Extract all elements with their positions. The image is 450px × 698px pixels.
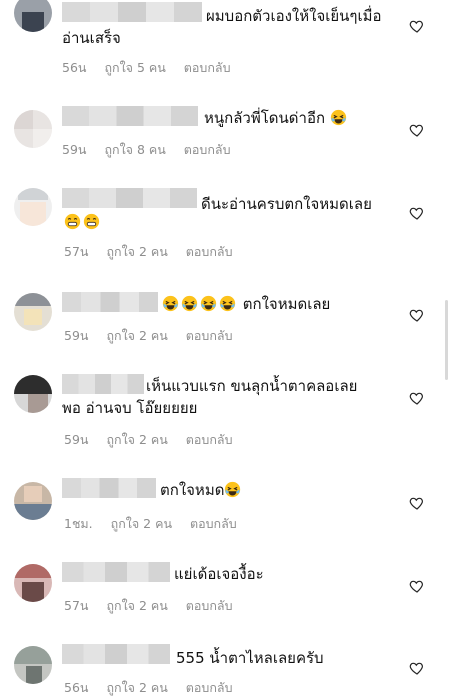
comment-meta: 59น ถูกใจ 2 คน ตอบกลับ	[64, 326, 247, 346]
avatar[interactable]	[14, 110, 52, 148]
reply-button[interactable]: ตอบกลับ	[184, 60, 231, 75]
comment-time: 1ชม.	[64, 516, 93, 531]
comment-time: 57น	[64, 244, 89, 259]
username-blurred[interactable]	[62, 188, 197, 208]
likes-count[interactable]: ถูกใจ 2 คน	[106, 328, 167, 343]
grinning-emoji-icon	[64, 213, 81, 230]
avatar[interactable]	[14, 293, 52, 331]
heart-outline-icon[interactable]	[409, 18, 425, 34]
likes-count[interactable]: ถูกใจ 2 คน	[106, 432, 167, 447]
avatar[interactable]	[14, 564, 52, 602]
username-blurred[interactable]	[62, 562, 170, 582]
reply-button[interactable]: ตอบกลับ	[190, 516, 237, 531]
avatar[interactable]	[14, 0, 52, 32]
heart-outline-icon[interactable]	[409, 122, 425, 138]
heart-outline-icon[interactable]	[409, 495, 425, 511]
comment-time: 59น	[64, 328, 89, 343]
avatar[interactable]	[14, 188, 52, 226]
username-blurred[interactable]	[62, 292, 158, 312]
comment-meta: 56น ถูกใจ 5 คน ตอบกลับ	[62, 58, 245, 78]
avatar[interactable]	[14, 646, 52, 684]
comment-emoji-line	[64, 212, 102, 233]
heart-outline-icon[interactable]	[409, 578, 425, 594]
likes-count[interactable]: ถูกใจ 2 คน	[106, 598, 167, 613]
grinning-emoji-icon	[83, 213, 100, 230]
laughing-emoji-icon	[330, 109, 346, 126]
comment-meta: 57น ถูกใจ 2 คน ตอบกลับ	[64, 596, 247, 616]
comment-meta: 1ชม. ถูกใจ 2 คน ตอบกลับ	[64, 514, 251, 534]
comment-text: ตกใจหมด	[160, 480, 243, 501]
comment-time: 56น	[62, 60, 87, 75]
laughing-emoji-icon	[181, 295, 198, 312]
comment-time: 59น	[62, 142, 87, 157]
heart-outline-icon[interactable]	[409, 205, 425, 221]
username-blurred[interactable]	[62, 106, 198, 126]
comment-time: 57น	[64, 598, 89, 613]
comment-time: 56น	[64, 680, 89, 695]
laughing-emoji-icon	[200, 295, 217, 312]
likes-count[interactable]: ถูกใจ 2 คน	[106, 680, 167, 695]
reply-button[interactable]: ตอบกลับ	[184, 142, 231, 157]
comment-text-line2: อ่านเสร็จ	[62, 29, 121, 47]
likes-count[interactable]: ถูกใจ 8 คน	[104, 142, 165, 157]
comment-meta: 57น ถูกใจ 2 คน ตอบกลับ	[64, 242, 247, 262]
reply-button[interactable]: ตอบกลับ	[186, 680, 233, 695]
reply-button[interactable]: ตอบกลับ	[186, 328, 233, 343]
laughing-emoji-icon	[225, 481, 241, 498]
comment-text: หนูกลัวพี่โดนด่าอีก	[204, 108, 349, 129]
heart-outline-icon[interactable]	[409, 390, 425, 406]
likes-count[interactable]: ถูกใจ 2 คน	[106, 244, 167, 259]
laughing-emoji-icon	[162, 295, 179, 312]
comment-text: ผมบอกตัวเองให้ใจเย็นๆเมื่อ	[206, 7, 382, 25]
heart-outline-icon[interactable]	[409, 307, 425, 323]
username-blurred[interactable]	[62, 374, 144, 394]
reply-button[interactable]: ตอบกลับ	[186, 244, 233, 259]
avatar[interactable]	[14, 375, 52, 413]
comment-meta: 56น ถูกใจ 2 คน ตอบกลับ	[64, 678, 247, 698]
comment-text: 555 น้ำตาไหลเลยครับ	[176, 649, 324, 667]
comment-meta: 59น ถูกใจ 8 คน ตอบกลับ	[62, 140, 245, 160]
comment-text: เห็นแวบแรก ขนลุกน้ำตาคลอเลย	[146, 377, 358, 395]
comment-time: 59น	[64, 432, 89, 447]
likes-count[interactable]: ถูกใจ 5 คน	[104, 60, 165, 75]
comment-text: แย่เด้อเจองื้อะ	[174, 565, 264, 583]
laughing-emoji-icon	[219, 295, 236, 312]
reply-button[interactable]: ตอบกลับ	[186, 598, 233, 613]
username-blurred[interactable]	[62, 2, 202, 22]
scrollbar[interactable]	[445, 300, 448, 380]
comment-meta: 59น ถูกใจ 2 คน ตอบกลับ	[64, 430, 247, 450]
comment-text-line2: พอ อ่านจบ โอ๊ยยยยย	[62, 399, 198, 417]
reply-button[interactable]: ตอบกลับ	[186, 432, 233, 447]
comment-text: ตกใจหมดเลย	[162, 294, 330, 315]
username-blurred[interactable]	[62, 478, 156, 498]
comment-text: ดีนะอ่านครบตกใจหมดเลย	[201, 195, 372, 213]
heart-outline-icon[interactable]	[409, 660, 425, 676]
likes-count[interactable]: ถูกใจ 2 คน	[111, 516, 172, 531]
username-blurred[interactable]	[62, 644, 170, 664]
avatar[interactable]	[14, 482, 52, 520]
